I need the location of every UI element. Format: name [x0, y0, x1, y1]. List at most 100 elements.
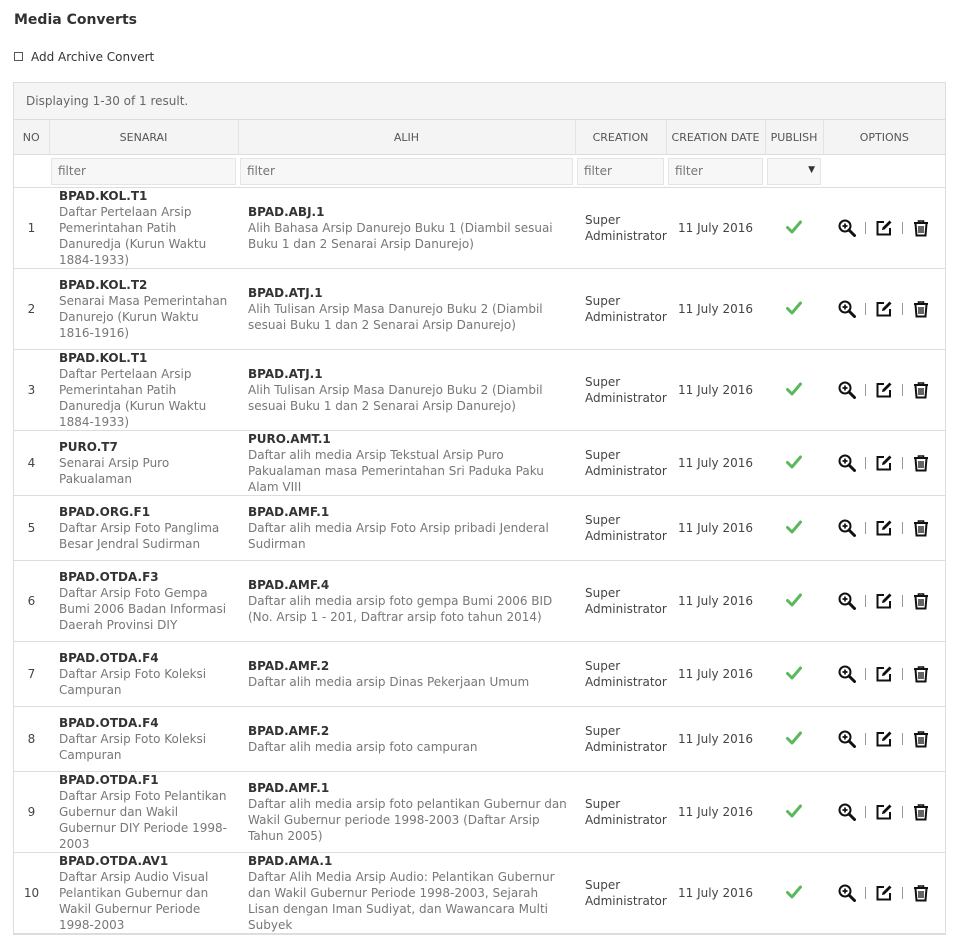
- edit-icon[interactable]: [875, 730, 893, 748]
- trash-icon[interactable]: [912, 884, 930, 902]
- zoom-in-icon[interactable]: [838, 665, 856, 683]
- senarai-description: Daftar Arsip Foto Gempa Bumi 2006 Badan …: [59, 586, 227, 632]
- check-icon[interactable]: [786, 382, 802, 399]
- zoom-in-icon[interactable]: [838, 219, 856, 237]
- zoom-in-icon[interactable]: [838, 592, 856, 610]
- zoom-in-icon[interactable]: [838, 803, 856, 821]
- option-separator: [865, 887, 866, 899]
- creation-date: 11 July 2016: [666, 641, 765, 707]
- edit-icon[interactable]: [875, 519, 893, 537]
- column-header-creation-date[interactable]: CREATION DATE: [666, 120, 766, 155]
- trash-icon[interactable]: [912, 219, 930, 237]
- creation-cell: Super Administrator: [575, 641, 667, 707]
- trash-icon[interactable]: [912, 665, 930, 683]
- creation-date-filter-input[interactable]: [668, 157, 763, 185]
- edit-icon[interactable]: [875, 803, 893, 821]
- trash-icon[interactable]: [912, 381, 930, 399]
- alih-code: BPAD.ATJ.1: [248, 286, 323, 300]
- alih-filter-input[interactable]: [240, 157, 573, 185]
- alih-description: Daftar alih media arsip foto gempa Bumi …: [248, 594, 553, 624]
- row-number: 5: [14, 495, 49, 561]
- publish-cell: [765, 187, 823, 269]
- zoom-in-icon[interactable]: [838, 454, 856, 472]
- column-header-no[interactable]: NO: [14, 120, 50, 155]
- senarai-code: BPAD.OTDA.F4: [59, 651, 159, 665]
- row-number: 8: [14, 706, 49, 772]
- alih-code: BPAD.AMA.1: [248, 854, 333, 868]
- edit-icon[interactable]: [875, 592, 893, 610]
- creator-name: Super Administrator: [585, 878, 667, 908]
- creation-cell: Super Administrator: [575, 187, 667, 269]
- options-cell: [823, 349, 945, 431]
- check-icon[interactable]: [786, 593, 802, 610]
- column-header-creation[interactable]: CREATION: [575, 120, 667, 155]
- alih-cell: BPAD.AMF.2 Daftar alih media arsip foto …: [238, 706, 575, 772]
- options-cell: [823, 852, 945, 934]
- publish-cell: [765, 771, 823, 853]
- zoom-in-icon[interactable]: [838, 730, 856, 748]
- senarai-code: BPAD.OTDA.AV1: [59, 854, 169, 868]
- edit-icon[interactable]: [875, 884, 893, 902]
- option-separator: [902, 595, 903, 607]
- trash-icon[interactable]: [912, 592, 930, 610]
- alih-description: Alih Tulisan Arsip Masa Danurejo Buku 2 …: [248, 302, 543, 332]
- check-icon[interactable]: [786, 666, 802, 683]
- alih-code: BPAD.AMF.1: [248, 505, 330, 519]
- alih-code: BPAD.ABJ.1: [248, 205, 325, 219]
- check-icon[interactable]: [786, 885, 802, 902]
- trash-icon[interactable]: [912, 730, 930, 748]
- column-header-senarai[interactable]: SENARAI: [49, 120, 239, 155]
- publish-filter-select[interactable]: ▼: [767, 157, 821, 185]
- alih-description: Alih Bahasa Arsip Danurejo Buku 1 (Diamb…: [248, 221, 553, 251]
- alih-description: Daftar Alih Media Arsip Audio: Pelantika…: [248, 870, 555, 932]
- check-icon[interactable]: [786, 520, 802, 537]
- check-icon[interactable]: [786, 220, 802, 237]
- caret-down-icon: ▼: [808, 164, 815, 175]
- creator-name: Super Administrator: [585, 724, 667, 754]
- edit-icon[interactable]: [875, 454, 893, 472]
- alih-code: BPAD.AMF.1: [248, 781, 330, 795]
- zoom-in-icon[interactable]: [838, 300, 856, 318]
- check-icon[interactable]: [786, 301, 802, 318]
- creation-cell: Super Administrator: [575, 771, 667, 853]
- trash-icon[interactable]: [912, 300, 930, 318]
- column-header-alih[interactable]: ALIH: [238, 120, 576, 155]
- creation-cell: Super Administrator: [575, 268, 667, 350]
- alih-code: BPAD.AMF.4: [248, 578, 330, 592]
- zoom-in-icon[interactable]: [838, 519, 856, 537]
- publish-cell: [765, 495, 823, 561]
- check-icon[interactable]: [786, 731, 802, 748]
- senarai-description: Daftar Pertelaan Arsip Pemerintahan Pati…: [59, 367, 207, 429]
- senarai-code: PURO.T7: [59, 440, 118, 454]
- zoom-in-icon[interactable]: [838, 884, 856, 902]
- check-icon[interactable]: [786, 804, 802, 821]
- zoom-in-icon[interactable]: [838, 381, 856, 399]
- alih-code: PURO.AMT.1: [248, 432, 331, 446]
- add-archive-convert-link[interactable]: Add Archive Convert: [14, 50, 154, 64]
- publish-cell: [765, 268, 823, 350]
- trash-icon[interactable]: [912, 519, 930, 537]
- edit-icon[interactable]: [875, 381, 893, 399]
- option-separator: [865, 595, 866, 607]
- options-cell: [823, 495, 945, 561]
- option-separator: [902, 887, 903, 899]
- edit-icon[interactable]: [875, 219, 893, 237]
- option-separator: [865, 384, 866, 396]
- senarai-filter-input[interactable]: [51, 157, 236, 185]
- option-separator: [865, 668, 866, 680]
- table-body: 1 BPAD.KOL.T1 Daftar Pertelaan Arsip Pem…: [14, 187, 945, 934]
- check-icon[interactable]: [786, 455, 802, 472]
- column-header-publish[interactable]: PUBLISH: [765, 120, 824, 155]
- option-separator: [902, 733, 903, 745]
- publish-cell: [765, 641, 823, 707]
- row-number: 1: [14, 187, 49, 269]
- creation-filter-input[interactable]: [577, 157, 664, 185]
- senarai-code: BPAD.OTDA.F4: [59, 716, 159, 730]
- edit-icon[interactable]: [875, 300, 893, 318]
- table-row: 8 BPAD.OTDA.F4 Daftar Arsip Foto Koleksi…: [14, 706, 945, 772]
- edit-icon[interactable]: [875, 665, 893, 683]
- trash-icon[interactable]: [912, 803, 930, 821]
- option-separator: [865, 457, 866, 469]
- trash-icon[interactable]: [912, 454, 930, 472]
- table-row: 1 BPAD.KOL.T1 Daftar Pertelaan Arsip Pem…: [14, 187, 945, 269]
